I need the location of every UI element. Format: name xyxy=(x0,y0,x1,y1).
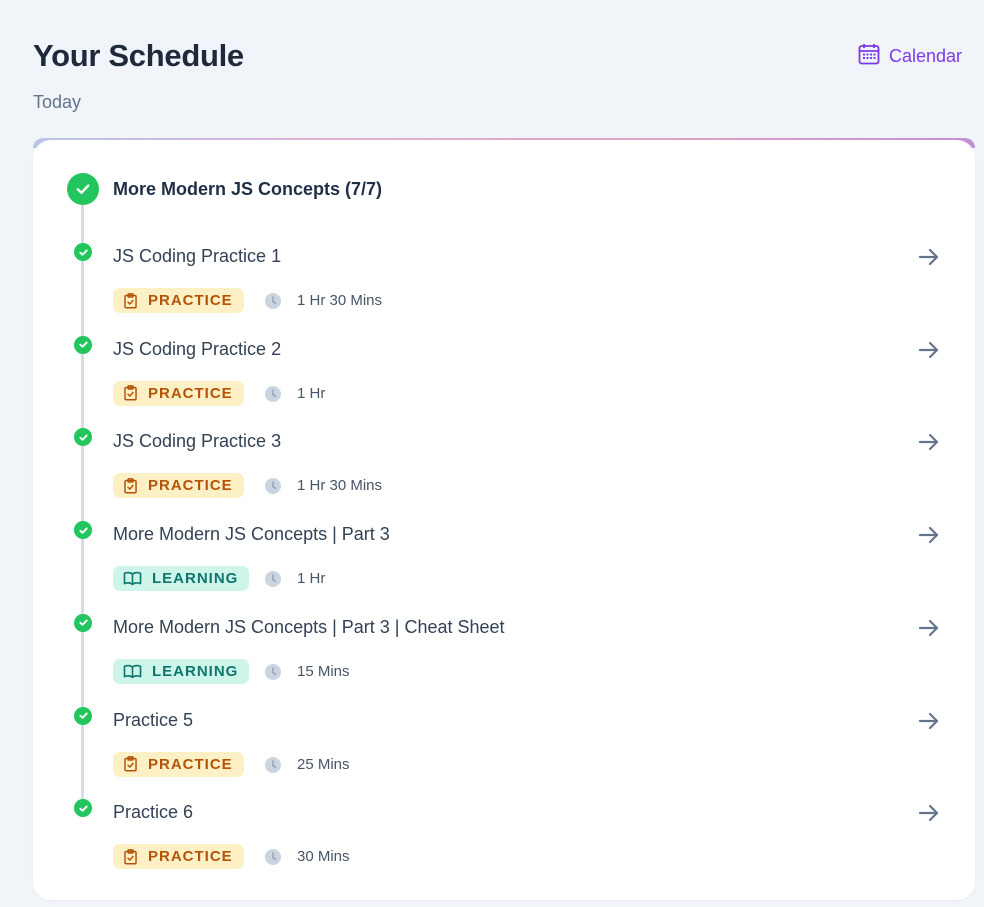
open-book-icon xyxy=(123,571,142,586)
arrow-right-icon[interactable] xyxy=(917,245,941,274)
clipboard-check-icon xyxy=(123,756,138,772)
clock-icon xyxy=(265,385,281,402)
item-duration: 1 Hr 30 Mins xyxy=(297,477,383,495)
clock-icon xyxy=(265,293,281,309)
clipboard-check-icon xyxy=(123,848,138,865)
schedule-item[interactable]: JS Coding Practice 3 PRACTICE 1 Hr 30 Mins xyxy=(33,428,975,520)
item-type-label: PRACTICE xyxy=(148,292,233,309)
item-title[interactable]: JS Coding Practice 1 xyxy=(113,246,281,267)
item-type-badge: LEARNING xyxy=(113,658,250,684)
item-type-badge: LEARNING xyxy=(113,566,250,592)
arrow-right-icon[interactable] xyxy=(917,801,941,830)
item-duration: 1 Hr xyxy=(297,384,326,402)
schedule-item[interactable]: More Modern JS Concepts | Part 3 LEARNING… xyxy=(33,521,975,613)
clock-icon xyxy=(265,849,281,866)
clipboard-check-icon xyxy=(123,478,138,494)
clock-icon xyxy=(265,478,281,495)
check-icon xyxy=(67,173,99,205)
item-duration: 25 Mins xyxy=(297,755,350,773)
schedule-item[interactable]: JS Coding Practice 1 PRACTICE 1 Hr 30 Mins xyxy=(33,243,975,335)
item-duration: 1 Hr xyxy=(297,570,326,588)
item-title[interactable]: JS Coding Practice 3 xyxy=(113,431,281,452)
clock-icon xyxy=(265,756,281,773)
clipboard-check-icon xyxy=(123,385,138,401)
item-type-badge: PRACTICE xyxy=(113,844,244,870)
arrow-right-icon[interactable] xyxy=(917,523,941,552)
schedule-item[interactable]: JS Coding Practice 2 PRACTICE 1 Hr xyxy=(33,335,975,428)
item-title[interactable]: Practice 6 xyxy=(113,802,193,823)
group-title: More Modern JS Concepts (7/7) xyxy=(113,178,383,199)
item-duration: 30 Mins xyxy=(297,848,350,866)
item-type-label: LEARNING xyxy=(152,662,239,680)
calendar-icon xyxy=(857,42,881,71)
item-title[interactable]: More Modern JS Concepts | Part 3 xyxy=(113,524,390,545)
arrow-right-icon[interactable] xyxy=(917,616,941,645)
check-icon xyxy=(74,799,92,818)
item-title[interactable]: More Modern JS Concepts | Part 3 | Cheat… xyxy=(113,617,505,638)
page-subtitle: Today xyxy=(33,92,82,112)
schedule-item[interactable]: Practice 6 PRACTICE 30 Mins xyxy=(33,799,975,891)
item-title[interactable]: JS Coding Practice 2 xyxy=(113,339,281,360)
arrow-right-icon[interactable] xyxy=(917,338,941,367)
item-type-label: LEARNING xyxy=(152,570,239,588)
item-type-badge: PRACTICE xyxy=(113,288,244,313)
item-type-label: PRACTICE xyxy=(148,848,233,866)
clipboard-check-icon xyxy=(123,292,138,309)
check-icon xyxy=(74,613,92,632)
arrow-right-icon[interactable] xyxy=(917,430,941,459)
item-type-label: PRACTICE xyxy=(148,384,233,402)
check-icon xyxy=(74,243,92,261)
check-icon xyxy=(74,335,92,354)
item-duration: 1 Hr 30 Mins xyxy=(297,292,383,309)
item-duration: 15 Mins xyxy=(297,662,350,680)
clock-icon xyxy=(265,663,281,680)
item-type-badge: PRACTICE xyxy=(113,473,244,499)
item-type-label: PRACTICE xyxy=(148,477,233,495)
check-icon xyxy=(74,428,92,447)
item-type-badge: PRACTICE xyxy=(113,751,244,777)
check-icon xyxy=(74,706,92,725)
calendar-link[interactable]: Calendar xyxy=(857,42,962,71)
item-type-badge: PRACTICE xyxy=(113,380,244,406)
clock-icon xyxy=(265,571,281,588)
group-header: More Modern JS Concepts (7/7) xyxy=(67,173,382,205)
arrow-right-icon[interactable] xyxy=(917,709,941,738)
schedule-item[interactable]: Practice 5 PRACTICE 25 Mins xyxy=(33,706,975,799)
check-icon xyxy=(74,521,92,540)
open-book-icon xyxy=(123,664,142,679)
schedule-card: More Modern JS Concepts (7/7) JS Coding … xyxy=(33,140,975,900)
item-title[interactable]: Practice 5 xyxy=(113,710,193,731)
page-title: Your Schedule xyxy=(33,38,244,73)
calendar-label: Calendar xyxy=(888,46,962,66)
schedule-item[interactable]: More Modern JS Concepts | Part 3 | Cheat… xyxy=(33,613,975,706)
item-type-label: PRACTICE xyxy=(148,755,233,773)
